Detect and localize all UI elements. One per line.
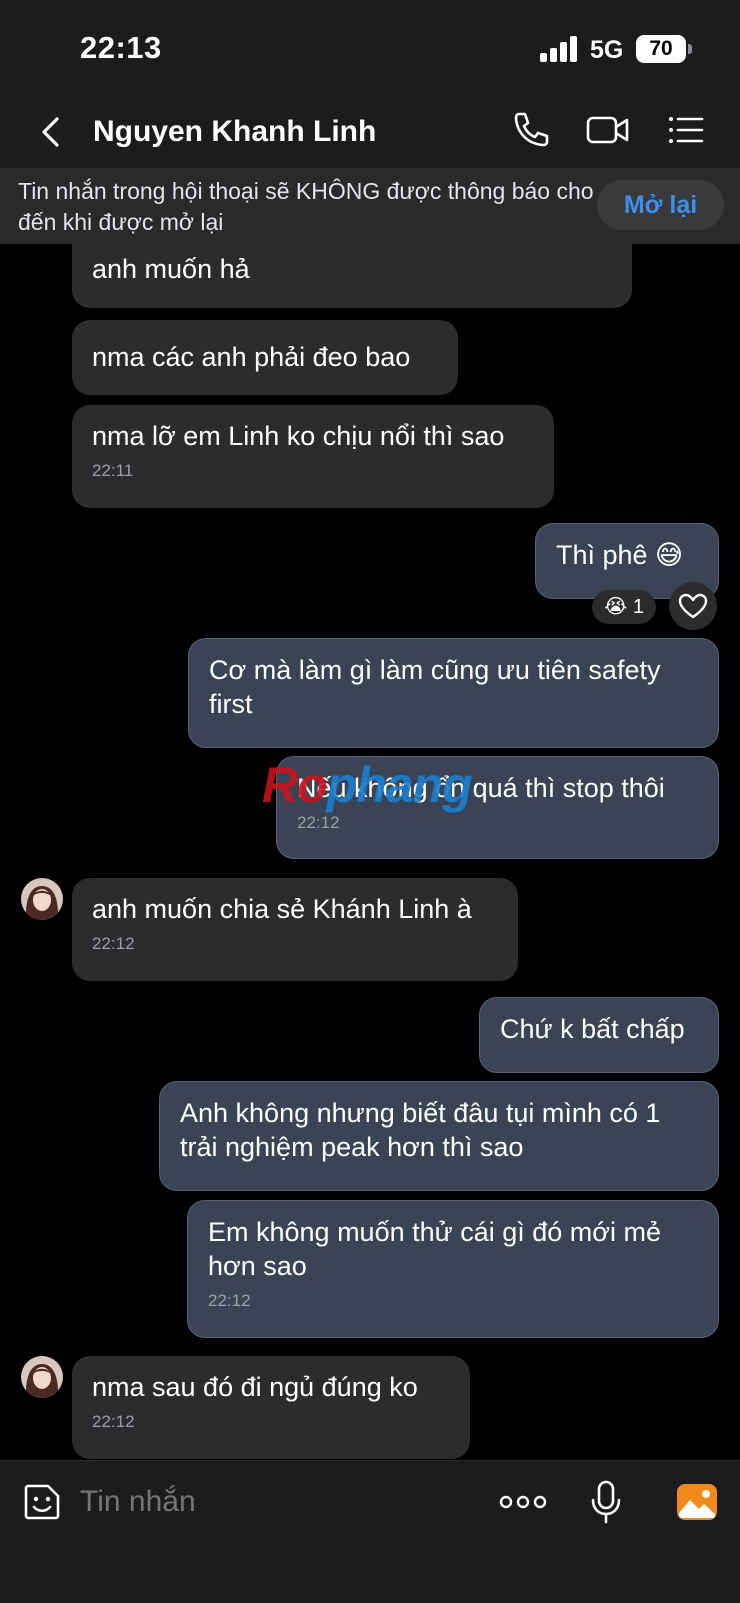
heart-icon [678, 593, 708, 619]
reopen-notifications-button[interactable]: Mở lại [597, 180, 724, 230]
more-options-button[interactable] [498, 1484, 548, 1520]
reaction-count: 1 [632, 596, 645, 618]
sticker-icon [24, 1484, 60, 1520]
more-dots-icon [499, 1495, 547, 1509]
back-button[interactable] [30, 110, 74, 154]
message-bubble-outgoing[interactable]: Cơ mà làm gì làm cũng ưu tiên safety fir… [188, 638, 719, 748]
image-icon [677, 1484, 717, 1520]
message-timestamp: 22:12 [92, 1412, 135, 1431]
signal-icon [540, 36, 578, 62]
video-call-button[interactable] [584, 106, 632, 154]
message-timestamp: 22:12 [297, 813, 340, 832]
message-bubble-incoming[interactable]: nma các anh phải đeo bao [72, 320, 458, 395]
react-heart-button[interactable] [669, 582, 717, 630]
message-timestamp: 22:11 [92, 461, 134, 480]
message-text: Cơ mà làm gì làm cũng ưu tiên safety fir… [209, 655, 661, 719]
call-button[interactable] [506, 106, 554, 154]
message-bubble-incoming[interactable]: anh muốn hả [72, 244, 632, 308]
message-text: Anh không nhưng biết đâu tụi mình có 1 t… [180, 1098, 661, 1162]
sticker-button[interactable] [20, 1480, 64, 1524]
message-bubble-incoming[interactable]: nma sau đó đi ngủ đúng ko 22:12 [72, 1356, 470, 1459]
message-text: anh muốn chia sẻ Khánh Linh à [92, 894, 472, 924]
message-text: nma các anh phải đeo bao [92, 342, 411, 372]
contact-name[interactable]: Nguyen Khanh Linh [93, 115, 376, 149]
message-text: anh muốn hả [92, 254, 250, 284]
avatar[interactable] [21, 878, 63, 920]
battery-nub [688, 44, 692, 54]
image-button[interactable] [675, 1480, 719, 1524]
message-bubble-outgoing[interactable]: Em không muốn thử cái gì đó mới mẻ hơn s… [187, 1200, 719, 1338]
watermark-logo: Rophang [262, 757, 473, 813]
message-bubble-incoming[interactable]: anh muốn chia sẻ Khánh Linh à 22:12 [72, 878, 518, 981]
back-chevron-icon [42, 117, 59, 147]
microphone-icon [591, 1480, 621, 1524]
message-bubble-outgoing[interactable]: Chứ k bất chấp [479, 997, 719, 1073]
message-text: nma lỡ em Linh ko chịu nổi thì sao [92, 421, 505, 451]
message-bubble-incoming[interactable]: nma lỡ em Linh ko chịu nổi thì sao 22:11 [72, 405, 554, 508]
message-timestamp: 22:12 [92, 934, 135, 953]
message-timestamp: 22:12 [208, 1291, 251, 1310]
phone-icon [514, 112, 549, 147]
message-input[interactable] [80, 1482, 460, 1522]
video-camera-icon [586, 116, 629, 144]
menu-button[interactable] [662, 106, 710, 154]
message-text: Chứ k bất chấp [500, 1014, 685, 1044]
reaction-badge[interactable]: 😭 1 [592, 590, 656, 624]
message-bubble-outgoing[interactable]: Anh không nhưng biết đâu tụi mình có 1 t… [159, 1081, 719, 1191]
crying-emoji-icon: 😭 [603, 596, 628, 618]
voice-message-button[interactable] [588, 1478, 624, 1526]
network-type: 5G [590, 36, 624, 64]
status-time: 22:13 [80, 30, 162, 65]
message-text: Thì phê 😅 [556, 540, 684, 570]
battery-indicator: 70 [636, 35, 686, 63]
message-text: Em không muốn thử cái gì đó mới mẻ hơn s… [208, 1217, 661, 1281]
list-menu-icon [669, 117, 704, 143]
avatar[interactable] [21, 1356, 63, 1398]
message-text: nma sau đó đi ngủ đúng ko [92, 1372, 418, 1402]
mute-banner-text: Tin nhắn trong hội thoại sẽ KHÔNG được t… [18, 178, 594, 235]
message-list[interactable]: anh muốn hả nma các anh phải đeo bao nma… [0, 244, 740, 1460]
